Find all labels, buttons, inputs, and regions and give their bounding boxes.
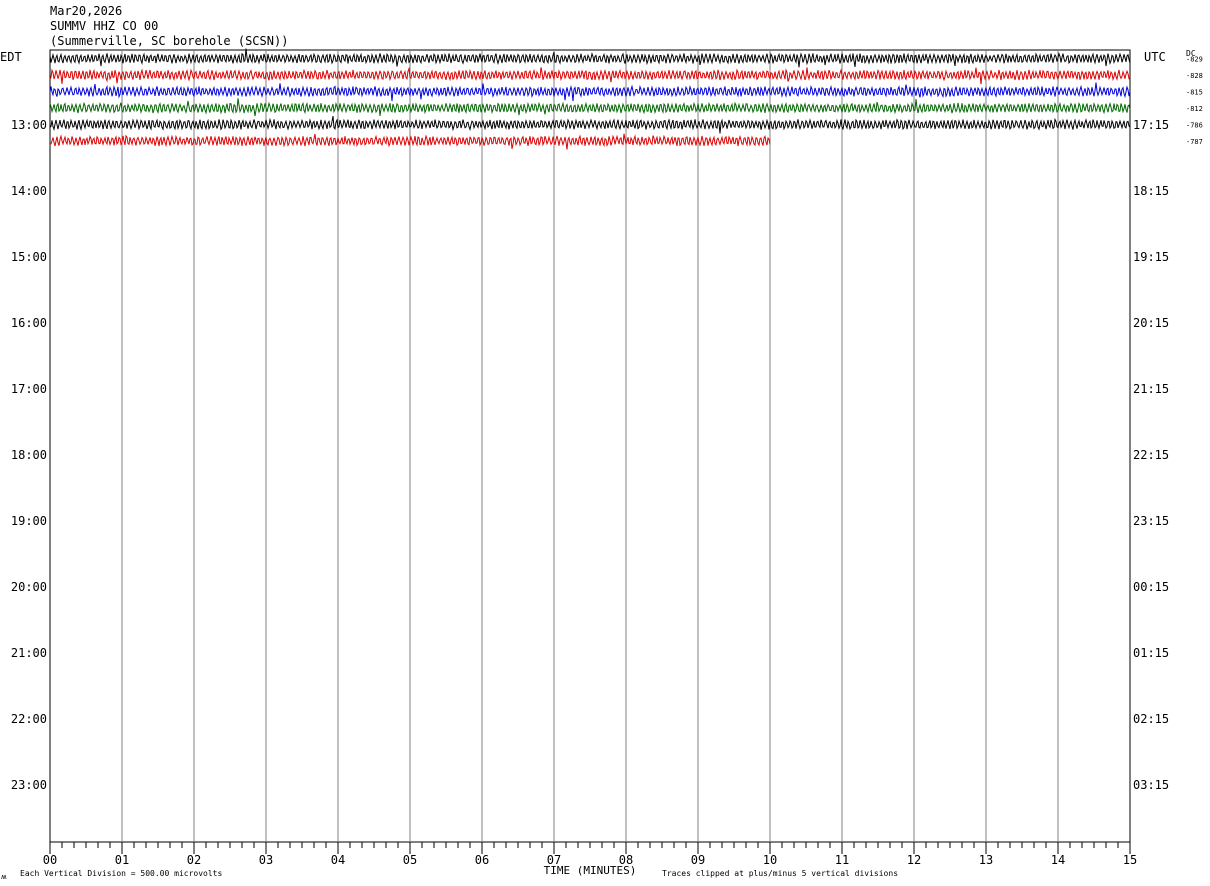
seismic-trace — [49, 98, 1131, 117]
dc-offset-label: -812 — [1186, 105, 1203, 113]
dc-offset-label: -786 — [1186, 122, 1203, 130]
seismic-trace — [49, 66, 1131, 85]
x-tick-label: 06 — [475, 853, 489, 867]
dc-offset-label: -828 — [1186, 72, 1203, 80]
x-tick-label: 13 — [979, 853, 993, 867]
right-hour-label: 02:15 — [1133, 712, 1169, 726]
left-hour-label: 15:00 — [11, 250, 47, 264]
right-hour-label: 23:15 — [1133, 514, 1169, 528]
x-tick-label: 04 — [331, 853, 345, 867]
right-hour-label: 17:15 — [1133, 118, 1169, 132]
left-timezone-label: EDT — [0, 50, 22, 64]
right-hour-label: 01:15 — [1133, 646, 1169, 660]
dc-offset-label: -787 — [1186, 138, 1203, 146]
left-hour-label: 13:00 — [11, 118, 47, 132]
right-hour-label: 20:15 — [1133, 316, 1169, 330]
x-tick-label: 09 — [691, 853, 705, 867]
left-hour-label: 22:00 — [11, 712, 47, 726]
x-axis-title: TIME (MINUTES) — [544, 864, 637, 877]
right-hour-label: 18:15 — [1133, 184, 1169, 198]
left-hour-label: 18:00 — [11, 448, 47, 462]
scale-note: Each Vertical Division = 500.00 microvol… — [20, 869, 222, 878]
left-hour-label: 14:00 — [11, 184, 47, 198]
right-hour-label: 00:15 — [1133, 580, 1169, 594]
seismic-trace — [49, 82, 1131, 102]
dc-offset-label: -829 — [1186, 56, 1203, 64]
x-tick-label: 10 — [763, 853, 777, 867]
clip-note: Traces clipped at plus/minus 5 vertical … — [662, 869, 898, 878]
right-hour-label: 22:15 — [1133, 448, 1169, 462]
left-hour-label: 21:00 — [11, 646, 47, 660]
right-hour-label: 19:15 — [1133, 250, 1169, 264]
left-hour-label: 23:00 — [11, 778, 47, 792]
x-tick-label: 03 — [259, 853, 273, 867]
right-hour-label: 03:15 — [1133, 778, 1169, 792]
seismic-trace — [49, 48, 1131, 68]
plot-frame — [49, 49, 1131, 843]
x-tick-label: 15 — [1123, 853, 1137, 867]
seismic-trace — [49, 116, 1131, 134]
left-hour-label: 17:00 — [11, 382, 47, 396]
left-hour-label: 20:00 — [11, 580, 47, 594]
corner-mark: ʍ — [1, 873, 7, 881]
x-tick-label: 14 — [1051, 853, 1065, 867]
left-hour-label: 19:00 — [11, 514, 47, 528]
x-tick-label: 12 — [907, 853, 921, 867]
x-tick-label: 05 — [403, 853, 417, 867]
right-timezone-label: UTC — [1144, 50, 1166, 64]
left-hour-label: 16:00 — [11, 316, 47, 330]
x-tick-label: 01 — [115, 853, 129, 867]
x-tick-label: 11 — [835, 853, 849, 867]
x-tick-label: 00 — [43, 853, 57, 867]
x-tick-label: 02 — [187, 853, 201, 867]
helicorder-plot: 00 01 02 03 04 05 06 07 08 09 10 11 12 13 14 1513:0014:… — [0, 48, 1203, 881]
right-hour-label: 21:15 — [1133, 382, 1169, 396]
dc-offset-label: -815 — [1186, 89, 1203, 97]
